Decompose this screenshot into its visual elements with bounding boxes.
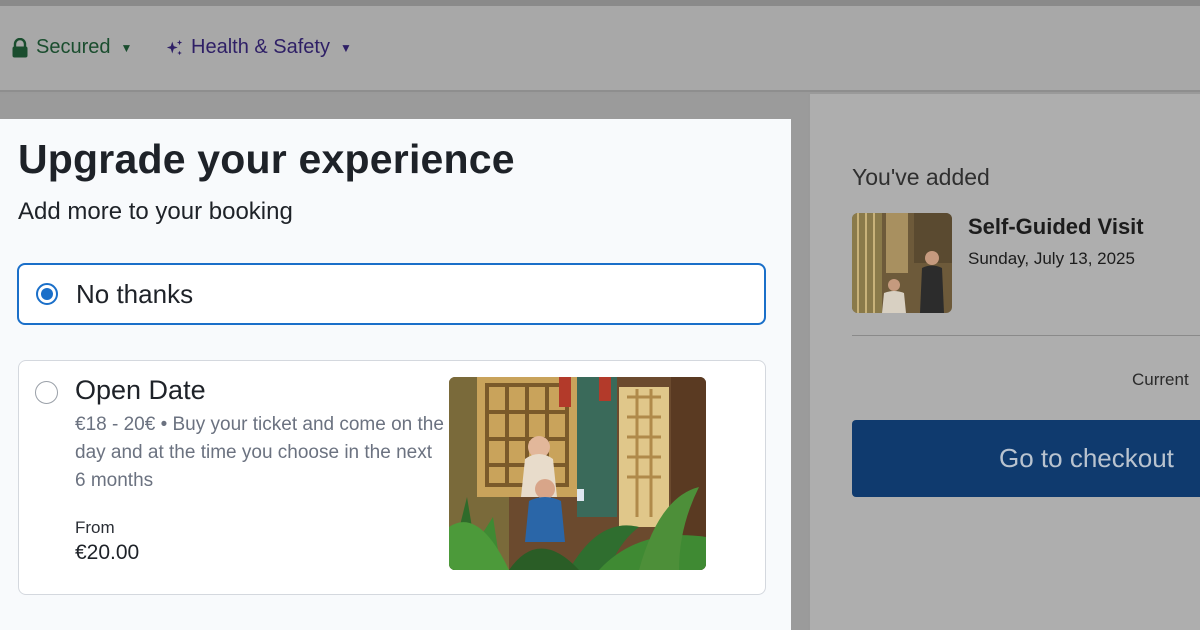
- item-thumbnail: [852, 213, 952, 313]
- price-from-label: From: [75, 518, 115, 537]
- browser-strip: [0, 0, 1200, 6]
- health-safety-label: Health & Safety: [191, 36, 330, 58]
- modal-title: Upgrade your experience: [18, 136, 515, 182]
- item-name: Self-Guided Visit: [968, 214, 1144, 239]
- radio-unselected[interactable]: [35, 381, 58, 404]
- lock-icon: [10, 37, 30, 59]
- option-photo: [449, 377, 706, 570]
- item-date: Sunday, July 13, 2025: [968, 249, 1135, 268]
- option-description: €18 - 20€ • Buy your ticket and come on …: [75, 414, 444, 491]
- option-no-thanks-label: No thanks: [76, 278, 194, 309]
- caret-down-icon: ▼: [120, 40, 133, 55]
- divider: [852, 335, 1200, 336]
- added-heading: You've added: [852, 164, 990, 190]
- option-title: Open Date: [75, 375, 206, 405]
- health-safety-menu[interactable]: Health & Safety ▼: [165, 36, 352, 59]
- modal-subtitle: Add more to your booking: [18, 198, 293, 225]
- current-total-label: Current: [1132, 370, 1189, 389]
- caret-down-icon: ▼: [339, 40, 352, 55]
- checkout-button[interactable]: Go to checkout: [852, 420, 1200, 497]
- option-open-date[interactable]: Open Date €18 - 20€ • Buy your ticket an…: [18, 360, 766, 595]
- radio-selected[interactable]: [36, 283, 58, 305]
- price-value: €20.00: [75, 541, 140, 564]
- secured-menu[interactable]: Secured ▼: [10, 36, 132, 59]
- sparkle-icon: [165, 37, 185, 59]
- option-no-thanks[interactable]: No thanks: [17, 263, 766, 325]
- secured-label: Secured: [36, 36, 111, 58]
